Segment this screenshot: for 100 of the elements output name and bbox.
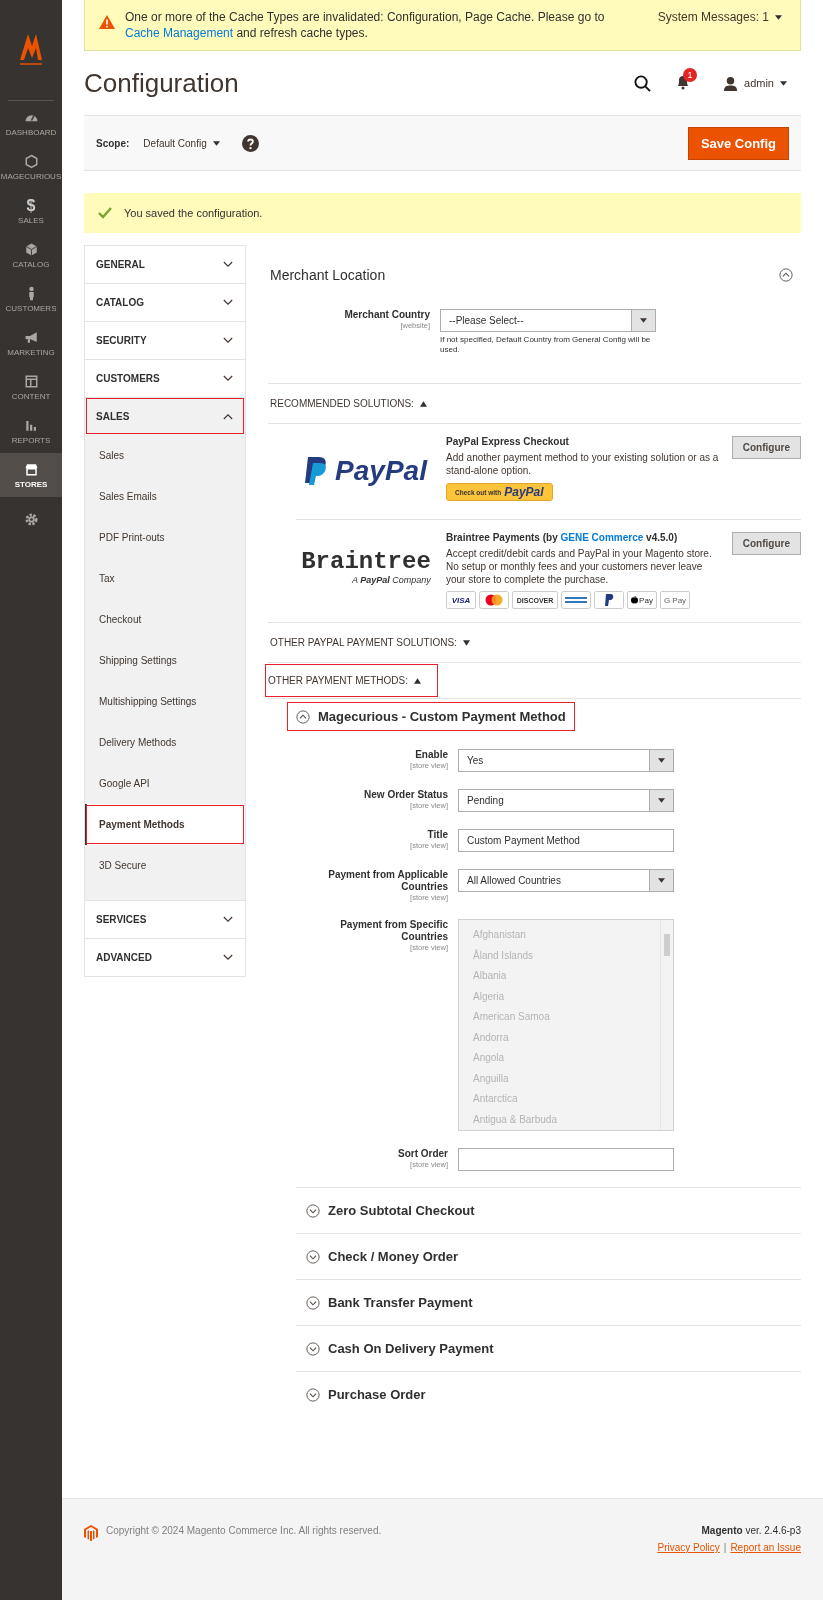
check-icon [98,207,112,219]
config-nav-item[interactable]: Google API [85,763,245,804]
expand-chevron-icon [223,375,233,382]
magento-logo-icon [84,1525,98,1541]
scope-switcher[interactable]: Default Config [143,137,220,149]
user-icon [723,75,739,91]
system-messages-toggle[interactable]: System Messages: 1 [651,9,788,25]
config-nav-item[interactable]: 3D Secure [85,845,245,886]
field-label: Enable [414,749,448,761]
field-note: If not specified, Default Country from General Config will be used. [440,335,652,355]
notification-count: 1 [683,68,698,82]
select-field[interactable]: All Allowed Countries [458,869,674,892]
store-icon [23,462,39,477]
vendor-link[interactable]: GENE Commerce [560,532,644,543]
system-message: One or more of the Cache Types are invalidated: Configuration, Page Cache. Please go to Cache Management and refresh cache types. [125,9,606,41]
collapse-icon[interactable] [306,1295,320,1310]
nav-item[interactable]: MARKETING [0,321,62,365]
payment-method-toggle[interactable]: Bank Transfer Payment [296,1282,801,1323]
field-label: Payment from Applicable Countries [327,869,448,893]
config-nav-item[interactable]: Delivery Methods [85,722,245,763]
text-field[interactable]: Custom Payment Method [458,829,674,852]
config-nav-item[interactable]: Sales [85,435,245,476]
solution-title: PayPal Express Checkout [446,436,570,447]
section-title: Merchant Location [270,267,386,283]
field-label: Title [426,829,448,841]
solution-title: Braintree Payments (by GENE Commerce v4.5.0) [446,532,679,543]
select-field[interactable]: --Please Select-- [440,309,656,332]
paypal-card [594,591,624,609]
config-nav-item[interactable]: Checkout [85,599,245,640]
copyright: Copyright © 2024 Magento Commerce Inc. All rights reserved. [106,1525,382,1536]
collapse-chevron-icon [223,413,233,420]
caret-icon [780,80,787,86]
field-label: Sort Order [397,1148,448,1160]
text-field[interactable] [458,1148,674,1171]
expand-chevron-icon [223,916,233,923]
box-icon [23,242,39,257]
apple-pay-card: Pay [627,591,657,609]
configure-button[interactable]: Configure [731,532,801,555]
scope-label: Scope: [96,137,130,149]
nav-item[interactable]: REPORTS [0,409,62,453]
expand-chevron-icon [223,261,233,268]
settings-icon [23,512,39,527]
version-text: Magento ver. 2.4.6-p3 [700,1525,801,1536]
collapse-icon[interactable] [306,1203,320,1218]
help-icon[interactable] [241,134,259,152]
nav-item[interactable]: CUSTOMERS [0,277,62,321]
visa-card: VISA [446,591,476,609]
success-message: You saved the configuration. [124,207,263,219]
hexagon-icon [23,154,39,169]
paypal-logo: PayPal [305,455,427,487]
warning-icon [99,15,115,29]
collapse-icon[interactable] [779,268,793,282]
payment-method-toggle[interactable]: Zero Subtotal Checkout [296,1190,801,1231]
user-menu[interactable]: admin [717,74,793,92]
expand-chevron-icon [223,299,233,306]
mastercard-card [479,591,509,609]
payment-method-toggle[interactable]: Cash On Delivery Payment [296,1328,801,1369]
layout-icon [23,374,39,389]
payment-method-toggle[interactable]: Magecurious - Custom Payment Method [286,701,576,732]
config-nav-item[interactable]: Shipping Settings [85,640,245,681]
apple-icon [631,596,639,604]
nav-item[interactable]: STORES [0,453,62,497]
nav-item[interactable]: CONTENT [0,365,62,409]
payment-method-toggle[interactable]: Check / Money Order [296,1236,801,1277]
select-field[interactable]: Pending [458,789,674,812]
collapse-icon[interactable] [306,1249,320,1264]
caret-icon [658,758,665,763]
configure-button[interactable]: Configure [731,436,801,459]
field-label: New Order Status [363,789,448,801]
select-field[interactable]: Yes [458,749,674,772]
config-section-tab[interactable]: SALES [85,397,245,435]
caret-icon [775,14,782,20]
page-title: Configuration [84,67,240,99]
google-pay-card: G Pay [660,591,690,609]
search-icon[interactable] [634,74,652,92]
save-config-button[interactable]: Save Config [687,126,789,160]
amex-card [561,591,591,609]
caret-icon [212,140,220,146]
section-toggle[interactable]: OTHER PAYMENT METHODS: [264,663,439,698]
config-nav-item[interactable]: Payment Methods [85,804,245,845]
config-nav-item[interactable]: PDF Print-outs [85,517,245,558]
payment-method-toggle[interactable]: Purchase Order [296,1374,801,1415]
nav-item[interactable]: $ SALES [0,189,62,233]
section-toggle[interactable]: OTHER PAYPAL PAYMENT SOLUTIONS: [268,623,801,662]
braintree-logo: Braintree A PayPal Company [301,549,431,585]
field-label: Merchant Country [343,309,430,321]
nav-item[interactable]: MAGECURIOUS [0,145,62,189]
nav-item[interactable]: CATALOG [0,233,62,277]
caret-icon [658,878,665,883]
config-nav-item[interactable]: Sales Emails [85,476,245,517]
solution-description: Accept credit/debit cards and PayPal in your Magento store. No setup or monthly fees and your customers never leave your store to complete the purchase. [446,547,713,586]
section-toggle[interactable]: RECOMMENDED SOLUTIONS: [268,384,801,423]
nav-item[interactable]: DASHBOARD [0,101,62,145]
cache-management-link[interactable]: Cache Management [125,26,234,40]
collapse-icon[interactable] [306,1387,320,1402]
field-label: Payment from Specific Countries [339,919,448,943]
config-nav-item[interactable]: Tax [85,558,245,599]
collapse-icon[interactable] [296,709,310,724]
collapse-icon[interactable] [306,1341,320,1356]
config-nav-item[interactable]: Multishipping Settings [85,681,245,722]
